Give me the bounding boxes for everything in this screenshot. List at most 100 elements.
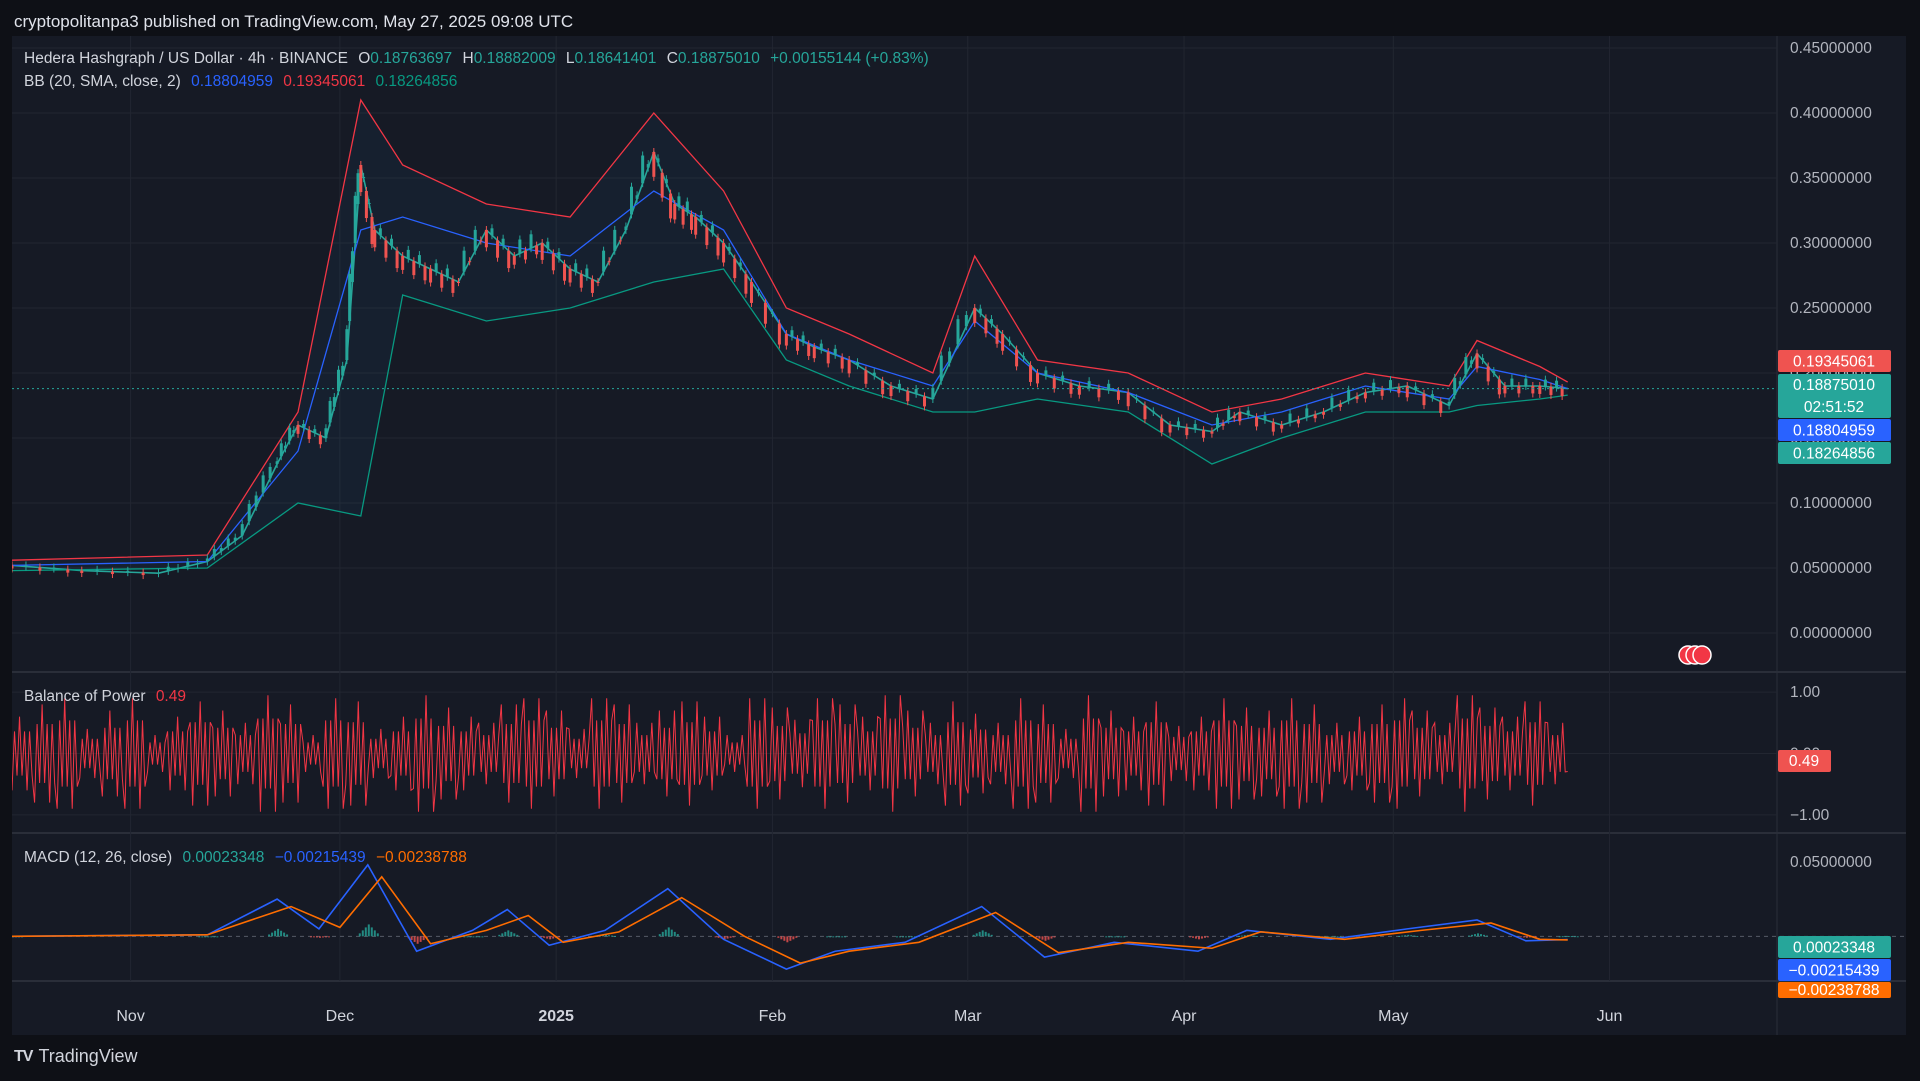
macd-histogram-bar: [516, 934, 519, 937]
macd-histogram-bar: [732, 936, 735, 938]
macd-histogram-bar: [1111, 936, 1114, 938]
macd-histogram-bar: [370, 927, 373, 937]
candle-body: [995, 328, 999, 344]
candle-body: [456, 282, 460, 283]
macd-histogram-bar: [373, 930, 376, 937]
macd-histogram-bar: [667, 927, 670, 937]
candle-body: [540, 243, 544, 260]
macd-histogram-bar: [318, 936, 321, 938]
candle-body: [1008, 340, 1012, 342]
candle-body: [819, 343, 823, 350]
macd-histogram-bar: [838, 936, 841, 938]
macd-histogram-bar: [1038, 936, 1041, 939]
candle-body: [52, 567, 56, 569]
candle-body: [1160, 418, 1164, 433]
candle-body: [727, 246, 731, 251]
macd-histogram-bar: [676, 934, 679, 937]
candle-body: [1422, 393, 1426, 406]
candle-body: [373, 230, 377, 248]
candle-body: [307, 430, 311, 440]
candle-body: [362, 176, 366, 178]
candle-body: [1216, 417, 1220, 428]
last-price-tag: 0.18875010: [1793, 377, 1875, 394]
macd-histogram-bar: [1570, 936, 1573, 938]
candle-body: [440, 274, 444, 288]
macd-histogram-bar: [419, 936, 422, 942]
macd-histogram-bar: [475, 936, 478, 938]
macd-histogram-bar: [832, 936, 835, 938]
candle-body: [984, 318, 988, 334]
bop-legend[interactable]: Balance of Power 0.49: [24, 688, 192, 706]
macd-histogram-bar: [481, 936, 484, 938]
candle-body: [694, 217, 698, 235]
bb-legend[interactable]: BB (20, SMA, close, 2) 0.18804959 0.1934…: [24, 73, 463, 91]
candle-body: [512, 256, 516, 265]
candle-body: [1363, 392, 1367, 399]
footer-brand[interactable]: TV TradingView: [14, 1046, 138, 1067]
price-tick-label: 0.40000000: [1790, 105, 1872, 122]
macd-histogram-bar: [673, 931, 676, 937]
price-tick-label: 0.45000000: [1790, 40, 1872, 57]
macd-hist-tag: 0.00023348: [1793, 940, 1875, 957]
bop-tick-label: −1.00: [1790, 807, 1830, 824]
macd-histogram-bar: [513, 933, 516, 937]
macd-histogram-bar: [213, 936, 216, 938]
candle-body: [367, 202, 371, 204]
candle-body: [1510, 378, 1514, 386]
macd-histogram-bar: [498, 934, 501, 937]
candle-body: [1481, 358, 1485, 360]
macd-histogram-bar: [1047, 936, 1050, 940]
candle-body: [1210, 431, 1214, 434]
candle-body: [699, 214, 703, 223]
main-legend[interactable]: Hedera Hashgraph / US Dollar · 4h · BINA…: [24, 50, 935, 68]
candle-body: [364, 191, 368, 219]
macd-histogram-bar: [277, 928, 280, 937]
macd-histogram-bar: [358, 933, 361, 937]
macd-legend[interactable]: MACD (12, 26, close) 0.00023348 −0.00215…: [24, 849, 473, 867]
price-tick-label: 0.30000000: [1790, 235, 1872, 252]
macd-histogram-bar: [1486, 935, 1489, 937]
candle-body: [1202, 430, 1206, 438]
candle-body: [496, 240, 500, 258]
candle-body: [1263, 415, 1267, 420]
candle-body: [80, 570, 84, 573]
candle-body: [1238, 412, 1242, 422]
candle-body: [1029, 365, 1033, 382]
macd-histogram-bar: [981, 930, 984, 937]
candle-body: [1464, 357, 1468, 375]
macd-histogram-bar: [274, 930, 277, 937]
macd-histogram-bar: [661, 931, 664, 937]
candle-body: [479, 240, 483, 242]
candle-body: [1469, 360, 1473, 364]
candle-body: [1044, 370, 1048, 376]
candle-body: [1305, 408, 1309, 418]
macd-histogram-bar: [1480, 934, 1483, 937]
macd-histogram-bar: [1053, 936, 1056, 938]
chart-canvas[interactable]: 0.45000000 0.40000000 0.35000000 0.30000000…: [12, 36, 1906, 1035]
candle-body: [881, 380, 885, 395]
macd-histogram-bar: [472, 936, 475, 938]
macd-histogram-bar: [1041, 936, 1044, 940]
candle-body: [689, 214, 693, 230]
macd-histogram-bar: [204, 936, 207, 938]
macd-histogram-bar: [309, 936, 312, 938]
macd-histogram-bar: [1120, 936, 1123, 938]
macd-histogram-bar: [1525, 936, 1528, 938]
macd-histogram-bar: [1252, 935, 1255, 937]
candle-body: [268, 466, 272, 479]
candle-body: [1555, 380, 1559, 388]
candle-body: [38, 567, 42, 571]
chart-frame[interactable]: 0.45000000 0.40000000 0.35000000 0.30000000…: [12, 36, 1906, 1035]
candle-body: [24, 565, 28, 567]
candle-body: [166, 566, 170, 571]
macd-histogram-bar: [1477, 933, 1480, 937]
macd-histogram-bar: [361, 930, 364, 937]
macd-histogram-bar: [1468, 935, 1471, 937]
candle-body: [1288, 413, 1292, 423]
candle-body: [328, 400, 332, 423]
macd-histogram-bar: [1114, 936, 1117, 938]
macd-histogram-bar: [780, 936, 783, 940]
candle-body: [749, 282, 753, 303]
bb-lower-value: 0.18264856: [375, 73, 458, 90]
candle-body: [261, 475, 265, 493]
